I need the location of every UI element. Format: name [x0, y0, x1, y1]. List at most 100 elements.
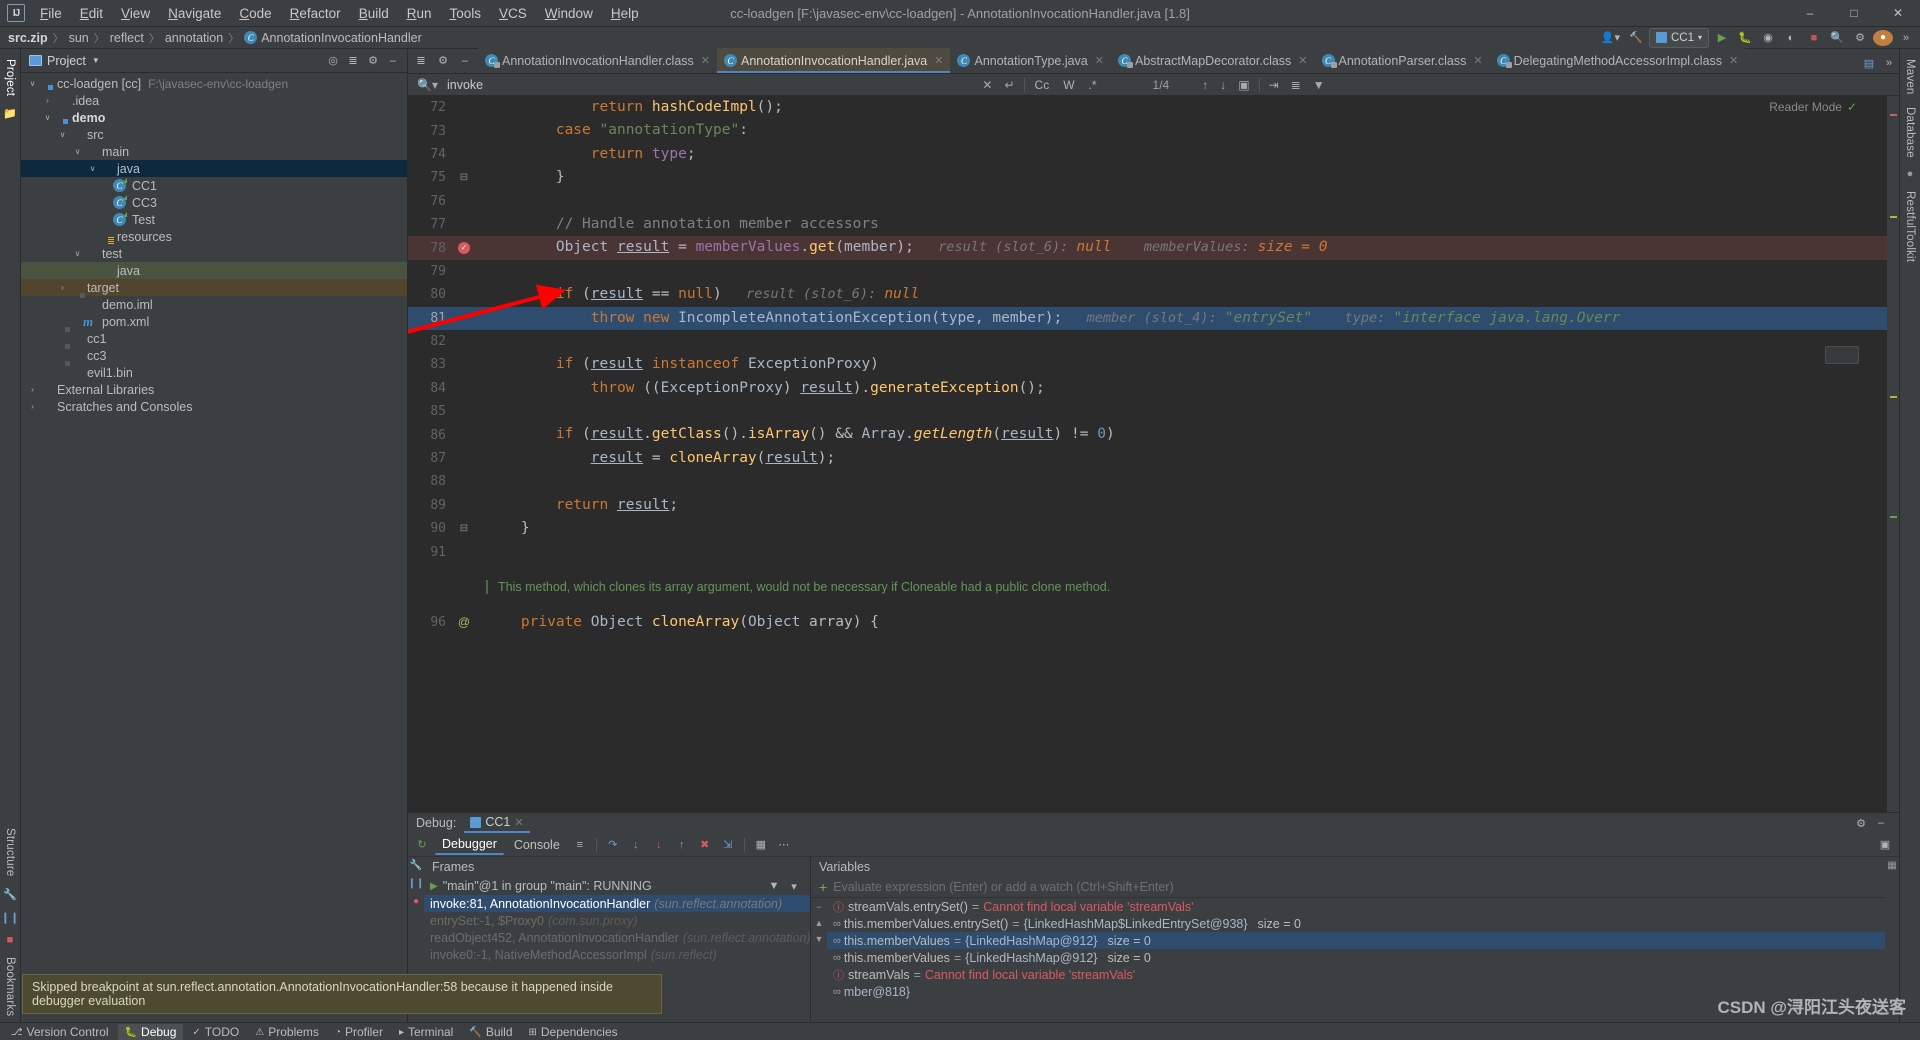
- scroll-up-icon[interactable]: ▲: [815, 918, 824, 928]
- evaluate-icon[interactable]: ▦: [751, 835, 771, 855]
- stripe-warning[interactable]: [1890, 396, 1897, 398]
- tool-window-button-terminal[interactable]: ▸ Terminal: [392, 1024, 460, 1040]
- close-icon[interactable]: ✕: [514, 816, 523, 829]
- chevron-down-icon[interactable]: ∨: [72, 147, 83, 156]
- code-line-83[interactable]: 83 if (result instanceof ExceptionProxy): [408, 353, 1887, 376]
- words-toggle[interactable]: W: [1059, 77, 1078, 93]
- tree-item-src[interactable]: ∨ src: [21, 126, 407, 143]
- filter-icon[interactable]: ▼: [1310, 78, 1328, 92]
- code-line-75[interactable]: 75 ⊟ }: [408, 166, 1887, 189]
- menu-item-file[interactable]: File: [31, 2, 71, 25]
- code-line-77[interactable]: 77 // Handle annotation member accessors: [408, 213, 1887, 236]
- menu-item-navigate[interactable]: Navigate: [159, 2, 230, 25]
- menu-item-code[interactable]: Code: [230, 2, 280, 25]
- tree-item-test[interactable]: ∨ test: [21, 245, 407, 262]
- settings-icon[interactable]: ⚙: [363, 51, 383, 71]
- chevron-right-icon[interactable]: ›: [42, 96, 53, 105]
- tree-item-cc-loadgen--cc-[interactable]: ∨ cc-loadgen [cc] F:\javasec-env\cc-loadge…: [21, 75, 407, 92]
- variable-item-5[interactable]: ∞ mber@818}: [827, 983, 1885, 1000]
- code-line-96[interactable]: 96 @ private Object cloneArray(Object arr…: [408, 611, 1887, 634]
- debug-icon[interactable]: 🐛: [1735, 28, 1755, 48]
- close-tab-icon[interactable]: ✕: [934, 54, 943, 67]
- user-icon[interactable]: 👤▾: [1598, 28, 1623, 48]
- code-line-79[interactable]: 79: [408, 260, 1887, 283]
- tab-debugger[interactable]: Debugger: [435, 835, 504, 855]
- hammer-icon[interactable]: 🔨: [1626, 28, 1646, 48]
- tree-item-cc3[interactable]: ›CCC3: [21, 194, 407, 211]
- breadcrumb-item-1[interactable]: sun: [69, 31, 89, 45]
- frame-item-0[interactable]: invoke:81, AnnotationInvocationHandler (s…: [424, 895, 810, 912]
- code-line-76[interactable]: 76: [408, 190, 1887, 213]
- gear-icon[interactable]: ⚙: [433, 51, 453, 71]
- layout-icon[interactable]: ≡: [570, 835, 590, 855]
- thread-selector[interactable]: ▶ "main"@1 in group "main": RUNNING ▼ ▾: [424, 877, 810, 895]
- tab-console[interactable]: Console: [507, 836, 567, 854]
- add-occurrence-icon[interactable]: ⇥: [1266, 78, 1282, 92]
- tool-label-structure[interactable]: Structure: [4, 822, 16, 882]
- code-line-84[interactable]: 84 throw ((ExceptionProxy) result).gener…: [408, 377, 1887, 400]
- code-line-80[interactable]: 80 if (result == null) result (slot_6): …: [408, 283, 1887, 306]
- run-icon[interactable]: ▶: [1712, 28, 1732, 48]
- find-input[interactable]: 🔍▾ invoke: [414, 78, 973, 92]
- chevron-down-icon[interactable]: ∨: [57, 130, 68, 139]
- next-match-icon[interactable]: ↓: [1217, 78, 1229, 92]
- sort-tabs-icon[interactable]: ≣: [411, 51, 431, 71]
- grid-icon[interactable]: ▦: [1887, 860, 1896, 871]
- tree-item-scratches-and-consoles[interactable]: › Scratches and Consoles: [21, 398, 407, 415]
- tree-item-cc3[interactable]: ›cc3: [21, 347, 407, 364]
- code-line-87[interactable]: 87 result = cloneArray(result);: [408, 447, 1887, 470]
- tree-item-cc1[interactable]: ›cc1: [21, 330, 407, 347]
- variable-item-0[interactable]: ⓘ streamVals.entrySet() = Cannot find local…: [827, 898, 1885, 915]
- stripe-info[interactable]: [1890, 516, 1897, 518]
- minimap-thumb[interactable]: [1825, 346, 1859, 364]
- chevron-down-icon[interactable]: ▾: [784, 876, 804, 896]
- tree-item--idea[interactable]: › .idea: [21, 92, 407, 109]
- tool-label-database[interactable]: Database: [1904, 101, 1916, 164]
- code-line-72[interactable]: 72 return hashCodeImpl();: [408, 96, 1887, 119]
- code-content[interactable]: 72 return hashCodeImpl(); 73 case "annota…: [408, 96, 1887, 812]
- tool-label-maven[interactable]: Maven: [1904, 53, 1916, 101]
- error-stripe[interactable]: [1887, 96, 1899, 812]
- rerun-icon[interactable]: ↻: [412, 835, 432, 855]
- run-config-selector[interactable]: CC1 ▾: [1648, 27, 1709, 48]
- tree-item-target[interactable]: › target: [21, 279, 407, 296]
- editor-tab-annotationtype-java[interactable]: C AnnotationType.java ✕: [950, 48, 1111, 73]
- settings-icon[interactable]: ⚙: [1851, 813, 1871, 833]
- frame-item-2[interactable]: readObject452, AnnotationInvocationHandl…: [424, 929, 810, 946]
- menu-item-run[interactable]: Run: [398, 2, 441, 25]
- debug-session-tab[interactable]: CC1 ✕: [464, 813, 530, 833]
- frame-item-1[interactable]: entrySet:-1, $Proxy0 (com.sun.proxy): [424, 912, 810, 929]
- tool-window-button-todo[interactable]: ✓ TODO: [185, 1024, 246, 1040]
- more-icon[interactable]: »: [1896, 28, 1916, 48]
- code-line-78[interactable]: 78 Object result = memberValues.get(memb…: [408, 236, 1887, 260]
- tool-label-bookmarks[interactable]: Bookmarks: [4, 951, 16, 1022]
- project-tree[interactable]: ∨ cc-loadgen [cc] F:\javasec-env\cc-loadge…: [21, 73, 407, 1022]
- mute-breakpoints-icon[interactable]: ⋯: [774, 835, 794, 855]
- restore-layout-icon[interactable]: ▣: [1875, 835, 1895, 855]
- breadcrumb-item-0[interactable]: src.zip: [8, 31, 48, 45]
- breadcrumb-item-2[interactable]: reflect: [110, 31, 144, 45]
- search-icon[interactable]: 🔍: [1827, 28, 1847, 48]
- gutter-marker[interactable]: ⊟: [450, 523, 478, 534]
- menu-item-build[interactable]: Build: [350, 2, 398, 25]
- split-icon[interactable]: ▤: [1859, 53, 1879, 73]
- variable-item-4[interactable]: ⓘ streamVals = Cannot find local variable '…: [827, 966, 1885, 983]
- variable-item-1[interactable]: ∞ this.memberValues.entrySet() = {LinkedHas…: [827, 915, 1885, 932]
- tree-item-pom-xml[interactable]: ›mpom.xml: [21, 313, 407, 330]
- chevron-down-icon[interactable]: ∨: [42, 113, 53, 122]
- close-tab-icon[interactable]: ✕: [1729, 54, 1738, 67]
- profiler-icon[interactable]: ◐: [1781, 28, 1801, 48]
- menu-item-tools[interactable]: Tools: [441, 2, 491, 25]
- chevron-down-icon[interactable]: ∨: [87, 164, 98, 173]
- breakpoint-icon[interactable]: ●: [413, 896, 419, 907]
- hide-icon[interactable]: –: [383, 51, 403, 71]
- pause-icon[interactable]: ❙❙: [1, 906, 19, 929]
- menu-item-vcs[interactable]: VCS: [490, 2, 536, 25]
- tool-window-button-dependencies[interactable]: ⊞ Dependencies: [522, 1024, 625, 1040]
- tool-window-button-problems[interactable]: ⚠ Problems: [248, 1024, 326, 1040]
- code-line-85[interactable]: 85: [408, 400, 1887, 423]
- tree-item-test[interactable]: ›CTest: [21, 211, 407, 228]
- code-line-82[interactable]: 82: [408, 330, 1887, 353]
- menu-item-edit[interactable]: Edit: [71, 2, 112, 25]
- code-line-89[interactable]: 89 return result;: [408, 494, 1887, 517]
